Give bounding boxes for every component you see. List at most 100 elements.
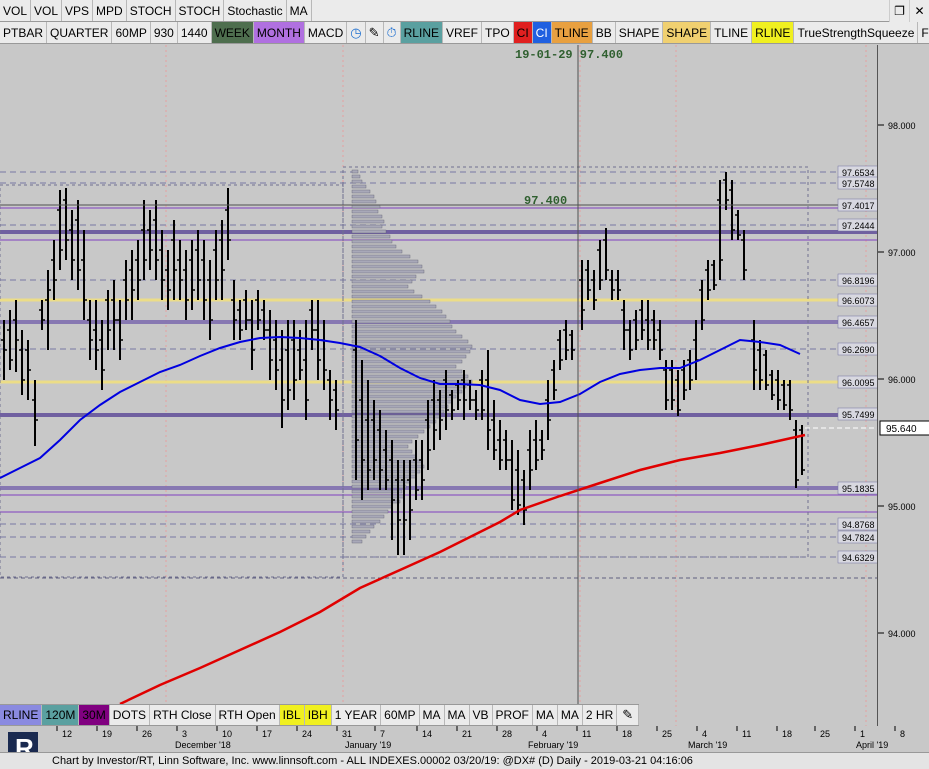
price-bar: [693, 320, 699, 380]
tool-fib-button[interactable]: FIB: [918, 22, 929, 43]
volume-profile-bar: [351, 269, 425, 274]
date-tick-label: 3: [182, 729, 187, 739]
tool-ci-button[interactable]: CI: [532, 22, 552, 43]
tool-tline-button[interactable]: TLINE: [711, 22, 753, 43]
date-tick-label: 26: [142, 729, 152, 739]
indicator-vol-button[interactable]: VOL: [0, 0, 32, 21]
tool-930-button[interactable]: 930: [150, 22, 178, 43]
period-rline-button[interactable]: RLINE: [0, 705, 43, 725]
indicator-stoch-button[interactable]: STOCH: [126, 0, 176, 21]
period-30m-button[interactable]: 30M: [79, 705, 110, 725]
volume-profile-bar: [351, 294, 423, 299]
tool-60mp-button[interactable]: 60MP: [112, 22, 151, 43]
period-1-year-button[interactable]: 1 YEAR: [331, 705, 382, 725]
tool-shape-button[interactable]: SHAPE: [615, 22, 664, 43]
pencil-icon[interactable]: ✎: [617, 705, 640, 725]
tool-1440-button[interactable]: 1440: [177, 22, 212, 43]
tool-ci-button[interactable]: CI: [513, 22, 533, 43]
indicator-stochastic-button[interactable]: Stochastic: [224, 0, 287, 21]
close-icon[interactable]: ✕: [909, 0, 929, 22]
tool-rline-button[interactable]: RLINE: [400, 22, 443, 43]
price-level-label: 97.6534: [837, 165, 877, 179]
indicator-mpd-button[interactable]: MPD: [93, 0, 127, 21]
volume-profile-bar: [351, 514, 385, 519]
tool-ptbar-button[interactable]: PTBAR: [0, 22, 48, 43]
price-bar: [231, 280, 237, 340]
volume-profile-bar: [351, 224, 383, 229]
period-rth-close-button[interactable]: RTH Close: [150, 705, 216, 725]
price-bar: [485, 350, 491, 450]
period-ma-button[interactable]: MA: [557, 705, 583, 725]
volume-profile-bar: [351, 284, 409, 289]
volume-profile-bar: [351, 339, 469, 344]
tool-tpo-button[interactable]: TPO: [482, 22, 514, 43]
volume-profile-bar: [351, 179, 363, 184]
period-ibl-button[interactable]: IBL: [279, 705, 305, 725]
indicator-vps-button[interactable]: VPS: [62, 0, 94, 21]
price-level-label: 96.8196: [837, 273, 877, 287]
tool-rline-button[interactable]: RLINE: [752, 22, 795, 43]
tool-tline-button[interactable]: TLINE: [551, 22, 593, 43]
tool-shape-button[interactable]: SHAPE: [663, 22, 712, 43]
tool-bb-button[interactable]: BB: [592, 22, 616, 43]
volume-profile-bar: [351, 359, 463, 364]
price-axis[interactable]: 98.000 97.000 96.000 95.000 94.000 95.640: [877, 45, 929, 730]
price-bar: [569, 330, 575, 360]
price-chart[interactable]: 19-01-29 97.400 97.400 97.6534 97.5748 97.40…: [0, 45, 877, 730]
pencil-icon[interactable]: ✎: [365, 22, 384, 43]
period-prof-button[interactable]: PROF: [492, 705, 533, 725]
tool-month-button[interactable]: MONTH: [253, 22, 305, 43]
volume-profile-bar: [351, 509, 389, 514]
period-ibh-button[interactable]: IBH: [304, 705, 332, 725]
price-bar: [603, 228, 609, 280]
price-bar: [81, 230, 87, 320]
period-ma-button[interactable]: MA: [444, 705, 470, 725]
clock-icon[interactable]: ◷: [347, 22, 366, 43]
indicator-ma-button[interactable]: MA: [286, 0, 312, 21]
month-label: February '19: [528, 740, 578, 750]
status-line: Chart by Investor/RT, Linn Software, Inc…: [0, 752, 929, 769]
tool-macd-button[interactable]: MACD: [304, 22, 348, 43]
volume-profile-bar: [351, 534, 367, 539]
period-ma-button[interactable]: MA: [419, 705, 445, 725]
svg-text:96.4657: 96.4657: [842, 318, 875, 328]
svg-text:95.640: 95.640: [886, 424, 917, 435]
chart-canvas[interactable]: 19-01-29 97.400 97.400 97.653497.5748 97.40…: [0, 45, 877, 730]
volume-profile-bar: [351, 209, 379, 214]
stopwatch-icon[interactable]: ⏱: [383, 22, 401, 43]
indicator-vol-button[interactable]: VOL: [31, 0, 63, 21]
chart-window: VOL VOL VPS MPD STOCH STOCH Stochastic MA ❐ ✕ PT…: [0, 0, 929, 769]
price-bar: [491, 400, 497, 460]
price-bar: [39, 300, 45, 330]
price-bar: [763, 350, 769, 390]
price-bar: [225, 188, 231, 260]
volume-profile-bar: [351, 504, 393, 509]
date-axis[interactable]: 12 19 26 3 10 17 24 31 7 14 21 28 4 11 18 25 4 11 18 25 1 8 De…: [0, 726, 929, 752]
tool-truestrengthsqueeze-button[interactable]: TrueStrengthSqueeze: [794, 22, 919, 43]
period-toolbar: RLINE 120M 30M DOTS RTH Close RTH Open IBL IBH 1…: [0, 704, 640, 726]
period-rth-open-button[interactable]: RTH Open: [215, 705, 280, 725]
volume-profile-bar: [351, 364, 457, 369]
price-level-label: 95.1835: [837, 481, 877, 495]
price-bar: [479, 370, 485, 420]
period-ma-button[interactable]: MA: [532, 705, 558, 725]
date-tick-label: 12: [62, 729, 72, 739]
period-120m-button[interactable]: 120M: [42, 705, 80, 725]
tool-vref-button[interactable]: VREF: [442, 22, 482, 43]
price-bar: [285, 320, 291, 410]
indicator-stoch-button[interactable]: STOCH: [175, 0, 225, 21]
price-bar: [527, 430, 533, 490]
price-level-label: 96.6073: [837, 293, 877, 307]
price-bar: [621, 300, 627, 350]
tool-week-button[interactable]: WEEK: [211, 22, 254, 43]
restore-icon[interactable]: ❐: [889, 0, 909, 22]
volume-profile-bar: [351, 354, 467, 359]
price-bar: [651, 310, 657, 350]
period-2-hr-button[interactable]: 2 HR: [582, 705, 618, 725]
period-dots-button[interactable]: DOTS: [109, 705, 151, 725]
svg-text:97.5748: 97.5748: [842, 179, 875, 189]
period-60mp-button[interactable]: 60MP: [381, 705, 420, 725]
price-bar: [129, 250, 135, 320]
tool-quarter-button[interactable]: QUARTER: [47, 22, 113, 43]
period-vb-button[interactable]: VB: [469, 705, 493, 725]
